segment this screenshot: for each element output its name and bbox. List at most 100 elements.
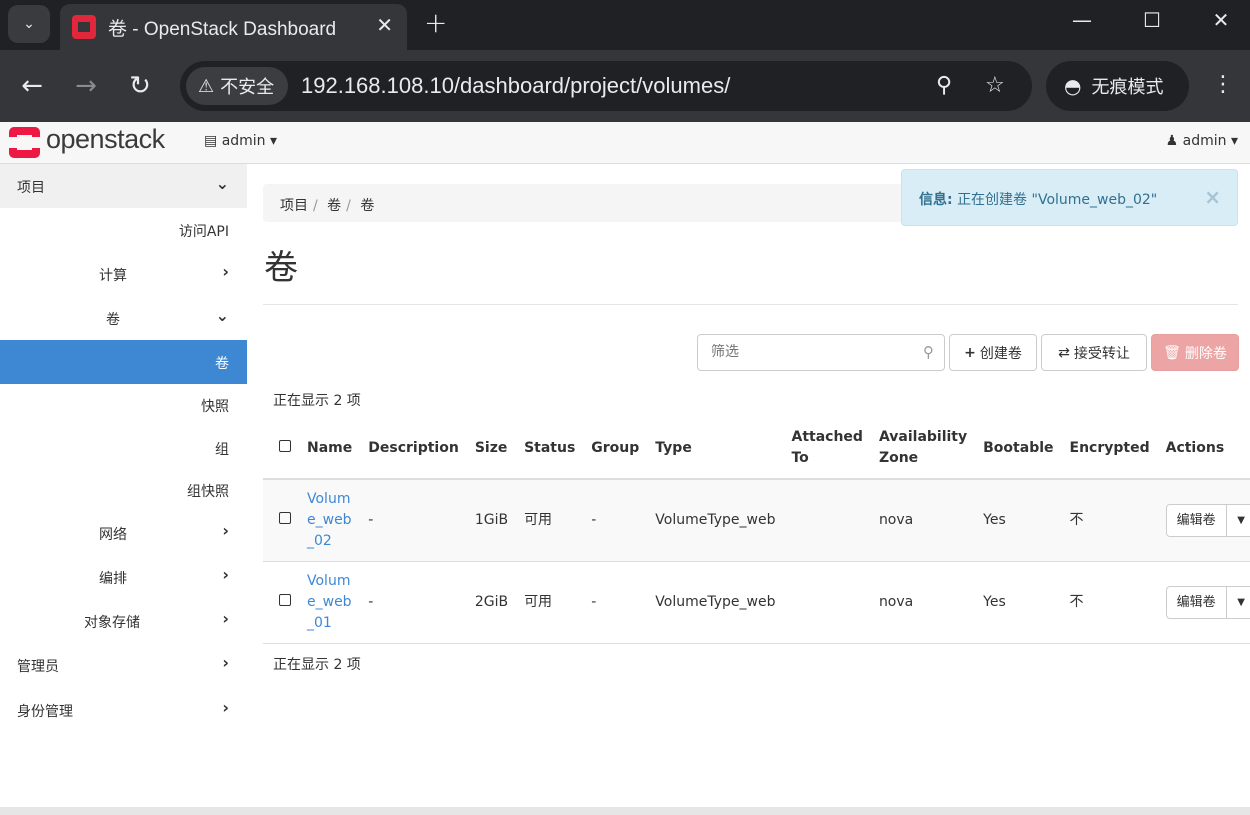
description-cell: - <box>360 479 467 562</box>
tab-search-button[interactable]: ⌄ <box>8 5 50 43</box>
browser-tab-active[interactable]: 卷 - OpenStack Dashboard ✕ <box>60 4 407 50</box>
column-header[interactable]: Description <box>360 418 467 480</box>
delete-volumes-label: 删除卷 <box>1184 345 1227 362</box>
sidebar-item-project[interactable]: 项目 ⌄ <box>0 164 247 208</box>
column-header[interactable]: Status <box>516 418 584 480</box>
openstack-favicon-icon <box>72 15 96 39</box>
sidebar-item-label: 项目 <box>17 180 45 196</box>
sidebar-item-label: 身份管理 <box>17 704 73 720</box>
column-header: Actions <box>1157 418 1250 480</box>
window-close-icon[interactable]: ✕ <box>1201 8 1241 32</box>
column-header[interactable]: Bootable <box>975 418 1062 480</box>
bookmark-star-icon[interactable]: ☆ <box>985 73 1005 98</box>
item-count-top: 正在显示 2 项 <box>273 393 361 409</box>
breadcrumb-item[interactable]: 卷 <box>327 198 341 214</box>
maximize-icon[interactable]: ☐ <box>1132 8 1172 32</box>
user-label: admin <box>1182 133 1227 149</box>
warning-icon: ⚠ <box>198 75 215 97</box>
browser-toolbar: ← → ↻ ⚠ 不安全 192.168.108.10/dashboard/pro… <box>0 50 1250 122</box>
row-select-cell <box>263 479 299 562</box>
edit-volume-button[interactable]: 编辑卷 <box>1165 585 1227 619</box>
sidebar-item-compute[interactable]: 计算 › <box>0 252 247 296</box>
edit-volume-button[interactable]: 编辑卷 <box>1165 503 1227 537</box>
sidebar-item-label: 计算 <box>99 268 127 284</box>
logo-text[interactable]: openstack <box>46 124 165 155</box>
caret-down-icon: ▾ <box>1230 133 1238 149</box>
new-tab-button[interactable]: + <box>424 6 447 39</box>
user-menu[interactable]: ♟ admin ▾ <box>1166 133 1238 149</box>
info-alert: 信息: 正在创建卷 "Volume_web_02" × <box>901 169 1238 226</box>
bootable-cell: Yes <box>975 561 1062 644</box>
project-switcher[interactable]: ▤ admin ▾ <box>204 133 277 149</box>
incognito-badge[interactable]: ◓ 无痕模式 <box>1046 61 1189 111</box>
volume-name-link[interactable]: Volume_web_01 <box>307 573 352 631</box>
sidebar-item-label: 快照 <box>201 399 229 415</box>
sidebar-item-group-snapshots[interactable]: 组快照 <box>0 468 247 512</box>
chevron-right-icon: › <box>222 698 229 717</box>
column-header[interactable]: Name <box>299 418 361 480</box>
project-icon: ▤ <box>204 133 218 149</box>
tab-title: 卷 - OpenStack Dashboard <box>108 18 337 40</box>
sidebar-item-volumes-group[interactable]: 卷 ⌄ <box>0 296 247 340</box>
forward-arrow-icon[interactable]: → <box>68 70 104 102</box>
select-all-checkbox[interactable] <box>279 439 291 452</box>
sidebar-item-identity[interactable]: 身份管理 › <box>0 688 247 732</box>
reload-icon[interactable]: ↻ <box>122 70 158 102</box>
type-cell: VolumeType_web <box>647 561 784 644</box>
row-checkbox[interactable] <box>279 511 291 524</box>
caret-down-icon: ▾ <box>270 133 278 149</box>
column-header[interactable]: Attached To <box>783 418 871 480</box>
column-header[interactable]: Availability Zone <box>870 418 976 480</box>
incognito-label: 无痕模式 <box>1091 77 1164 98</box>
actions-dropdown-toggle[interactable]: ▼ <box>1226 503 1250 537</box>
trash-icon: 🗑 <box>1163 344 1181 361</box>
accept-transfer-button[interactable]: ⇄ 接受转让 <box>1041 334 1147 371</box>
encrypted-cell: 不 <box>1061 479 1158 562</box>
size-cell: 2GiB <box>466 561 517 644</box>
openstack-header: openstack ▤ admin ▾ ♟ admin ▾ <box>0 122 1250 164</box>
sidebar-item-object-store[interactable]: 对象存储 › <box>0 599 247 643</box>
close-icon[interactable]: × <box>1204 185 1221 209</box>
caret-down-icon: ▼ <box>1237 596 1245 608</box>
address-bar[interactable]: ⚠ 不安全 192.168.108.10/dashboard/project/v… <box>180 61 1032 111</box>
minimize-icon[interactable]: — <box>1062 8 1102 32</box>
sidebar-item-access-api[interactable]: 访问API <box>0 208 247 252</box>
sidebar-item-groups[interactable]: 组 <box>0 426 247 470</box>
search-icon[interactable]: ⚲ <box>923 343 934 361</box>
browser-menu-icon[interactable]: ⋮ <box>1212 72 1234 97</box>
zoom-icon[interactable]: ⚲ <box>936 73 952 98</box>
column-header[interactable]: Size <box>466 418 517 480</box>
incognito-icon: ◓ <box>1064 74 1082 98</box>
chevron-right-icon: › <box>222 609 229 628</box>
column-header[interactable]: Type <box>647 418 784 480</box>
type-cell: VolumeType_web <box>647 479 784 562</box>
column-header[interactable]: Encrypted <box>1061 418 1158 480</box>
encrypted-cell: 不 <box>1061 561 1158 644</box>
sidebar-item-network[interactable]: 网络 › <box>0 511 247 555</box>
filter-input-group[interactable]: ⚲ <box>697 334 945 371</box>
create-volume-button[interactable]: + 创建卷 <box>949 334 1037 371</box>
url-text[interactable]: 192.168.108.10/dashboard/project/volumes… <box>301 73 730 99</box>
table-row: Volume_web_01 - 2GiB 可用 - VolumeType_web… <box>263 561 1250 644</box>
back-arrow-icon[interactable]: ← <box>14 70 50 102</box>
sidebar-item-orchestration[interactable]: 编排 › <box>0 555 247 599</box>
attached-to-cell <box>783 561 871 644</box>
project-label: admin <box>221 133 266 149</box>
openstack-logo-icon[interactable] <box>9 127 40 158</box>
volume-name-link[interactable]: Volume_web_02 <box>307 491 352 549</box>
chevron-down-icon: ⌄ <box>215 306 229 325</box>
sidebar-item-volumes[interactable]: 卷 <box>0 340 247 384</box>
delete-volumes-button[interactable]: 🗑 删除卷 <box>1151 334 1239 371</box>
column-header[interactable]: Group <box>583 418 648 480</box>
security-chip[interactable]: ⚠ 不安全 <box>186 67 289 105</box>
sidebar-item-admin[interactable]: 管理员 › <box>0 643 247 687</box>
bootable-cell: Yes <box>975 479 1062 562</box>
row-checkbox[interactable] <box>279 593 291 606</box>
tab-close-icon[interactable]: ✕ <box>376 13 393 37</box>
actions-dropdown-toggle[interactable]: ▼ <box>1226 585 1250 619</box>
accept-transfer-label: 接受转让 <box>1073 345 1130 362</box>
breadcrumb-item[interactable]: 项目 <box>280 198 308 214</box>
filter-input[interactable] <box>711 344 901 360</box>
sidebar-item-snapshots[interactable]: 快照 <box>0 383 247 427</box>
alert-label: 信息: <box>919 192 953 208</box>
